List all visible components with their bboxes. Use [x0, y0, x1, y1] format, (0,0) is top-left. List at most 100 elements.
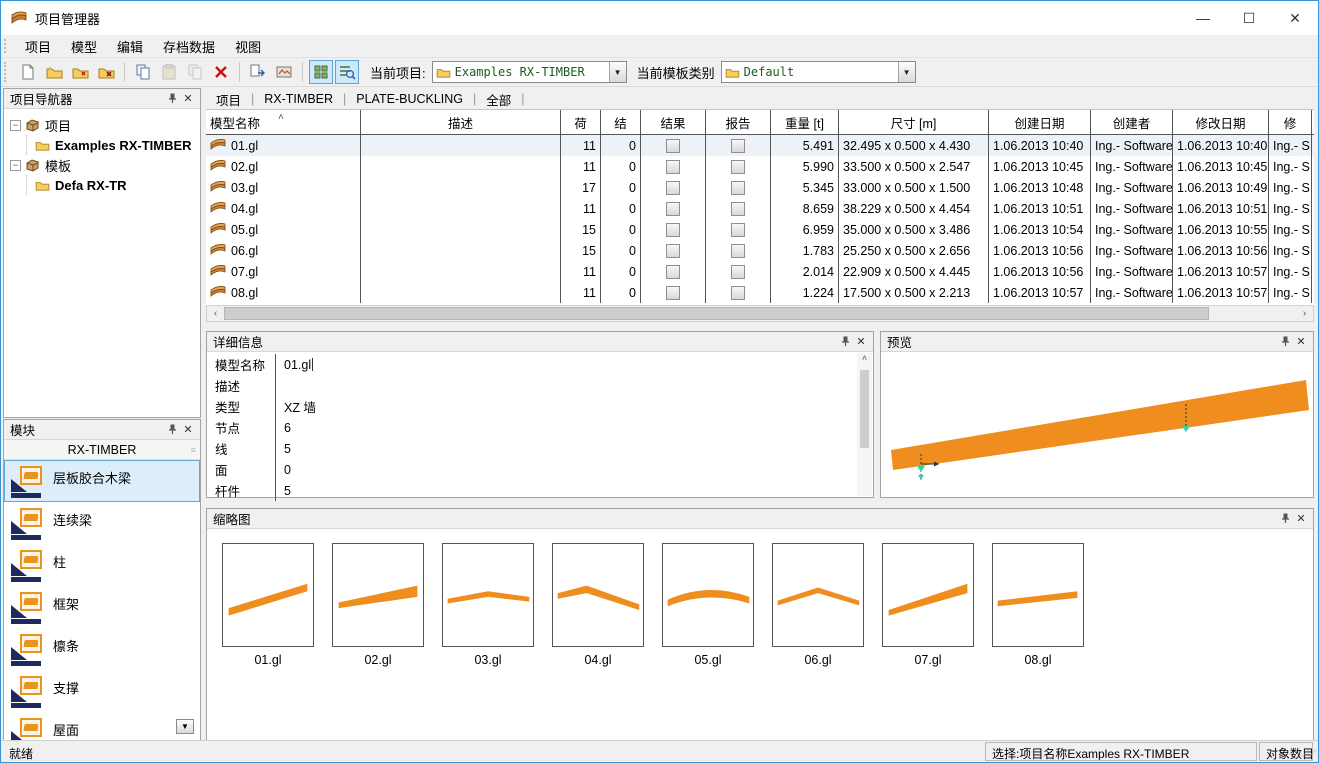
modules-group-header[interactable]: RX-TIMBER ≡ — [4, 440, 200, 460]
new-project-button[interactable] — [42, 60, 66, 84]
tab--[interactable]: 全部 — [476, 90, 521, 109]
menu-item-0[interactable]: 项目 — [15, 35, 61, 58]
duplicate-button[interactable] — [183, 60, 207, 84]
thumbnail-image[interactable] — [772, 543, 864, 647]
module-item-2[interactable]: 柱 — [4, 544, 200, 586]
thumbnail-image[interactable] — [662, 543, 754, 647]
pin-icon[interactable] — [164, 91, 180, 107]
menu-item-3[interactable]: 存档数据 — [153, 35, 225, 58]
column-header-7[interactable]: 尺寸 [m] — [839, 110, 989, 134]
tab-rx-timber[interactable]: RX-TIMBER — [254, 92, 343, 106]
thumbnail-image[interactable] — [222, 543, 314, 647]
thumbnail-image[interactable] — [992, 543, 1084, 647]
paste-button[interactable] — [157, 60, 181, 84]
module-item-3[interactable]: 框架 — [4, 586, 200, 628]
table-row[interactable]: 07.gl1102.01422.909 x 0.500 x 4.4451.06.… — [206, 261, 1314, 282]
pin-icon[interactable] — [1277, 511, 1293, 527]
thumbnail-image[interactable] — [552, 543, 644, 647]
tree-item-label[interactable]: Examples RX-TIMBER — [55, 138, 192, 153]
thumbnail-image[interactable] — [442, 543, 534, 647]
report-checkbox[interactable] — [731, 265, 745, 279]
details-view-toggle[interactable] — [335, 60, 359, 84]
thumbnail-08-gl[interactable]: 08.gl — [983, 543, 1093, 667]
close-icon[interactable]: ✕ — [180, 91, 196, 107]
chevron-down-icon[interactable]: ▼ — [898, 62, 915, 82]
table-row[interactable]: 03.gl1705.34533.000 x 0.500 x 1.5001.06.… — [206, 177, 1314, 198]
thumbnail-03-gl[interactable]: 03.gl — [433, 543, 543, 667]
results-checkbox[interactable] — [666, 202, 680, 216]
table-row[interactable]: 01.gl1105.49132.495 x 0.500 x 4.4301.06.… — [206, 135, 1314, 156]
chevron-down-icon[interactable]: ▼ — [609, 62, 626, 82]
icon-view-toggle[interactable] — [309, 60, 333, 84]
copy-button[interactable] — [131, 60, 155, 84]
column-header-5[interactable]: 报告 — [706, 110, 771, 134]
thumbnail-02-gl[interactable]: 02.gl — [323, 543, 433, 667]
thumbnail-image[interactable] — [332, 543, 424, 647]
thumbnail-06-gl[interactable]: 06.gl — [763, 543, 873, 667]
results-checkbox[interactable] — [666, 265, 680, 279]
delete-button[interactable] — [209, 60, 233, 84]
delete-project-button[interactable] — [94, 60, 118, 84]
tree-item-default-template[interactable]: Defa RX-TR — [26, 175, 198, 195]
close-icon[interactable]: ✕ — [1293, 334, 1309, 350]
tab--[interactable]: 项目 — [206, 90, 251, 109]
tree-item-examples-rx-timber[interactable]: Examples RX-TIMBER — [26, 135, 198, 155]
column-header-8[interactable]: 创建日期 — [989, 110, 1091, 134]
report-checkbox[interactable] — [731, 139, 745, 153]
report-checkbox[interactable] — [731, 286, 745, 300]
report-checkbox[interactable] — [731, 160, 745, 174]
edit-project-button[interactable] — [68, 60, 92, 84]
close-button[interactable]: ✕ — [1272, 1, 1318, 35]
hscroll-thumb[interactable] — [224, 307, 1209, 320]
maximize-button[interactable]: ☐ — [1226, 1, 1272, 35]
scroll-left-icon[interactable]: ‹ — [207, 308, 224, 319]
tree-node-label[interactable]: 模板 — [45, 156, 71, 175]
vscroll-thumb[interactable] — [860, 370, 869, 448]
table-row[interactable]: 08.gl1101.22417.500 x 0.500 x 2.2131.06.… — [206, 282, 1314, 303]
scroll-up-icon[interactable]: ˄ — [857, 353, 872, 368]
thumbnail-05-gl[interactable]: 05.gl — [653, 543, 763, 667]
current-project-combobox[interactable]: Examples RX-TIMBER ▼ — [432, 61, 627, 83]
table-hscrollbar[interactable]: ‹ › — [206, 305, 1314, 322]
new-model-button[interactable] — [16, 60, 40, 84]
menu-item-4[interactable]: 视图 — [225, 35, 271, 58]
table-row[interactable]: 06.gl1501.78325.250 x 0.500 x 2.6561.06.… — [206, 240, 1314, 261]
archive-button[interactable] — [272, 60, 296, 84]
thumbnail-image[interactable] — [882, 543, 974, 647]
template-category-combobox[interactable]: Default ▼ — [721, 61, 916, 83]
tree-node-label[interactable]: 项目 — [45, 116, 71, 135]
pin-icon[interactable] — [164, 422, 180, 438]
transfer-model-button[interactable] — [246, 60, 270, 84]
column-header-0[interactable]: 模型名称˄ — [206, 110, 361, 134]
collapse-icon[interactable]: − — [10, 160, 21, 171]
results-checkbox[interactable] — [666, 286, 680, 300]
thumbnail-04-gl[interactable]: 04.gl — [543, 543, 653, 667]
column-header-10[interactable]: 修改日期 — [1173, 110, 1269, 134]
tab-plate-buckling[interactable]: PLATE-BUCKLING — [346, 92, 473, 106]
pin-icon[interactable] — [837, 334, 853, 350]
results-checkbox[interactable] — [666, 139, 680, 153]
modules-scroll-down-button[interactable]: ▼ — [176, 719, 194, 734]
table-row[interactable]: 04.gl1108.65938.229 x 0.500 x 4.4541.06.… — [206, 198, 1314, 219]
close-icon[interactable]: ✕ — [853, 334, 869, 350]
column-header-9[interactable]: 创建者 — [1091, 110, 1173, 134]
table-row[interactable]: 02.gl1105.99033.500 x 0.500 x 2.5471.06.… — [206, 156, 1314, 177]
column-header-3[interactable]: 结 — [601, 110, 641, 134]
tree-node-templates[interactable]: − 模板 — [10, 155, 198, 175]
results-checkbox[interactable] — [666, 223, 680, 237]
close-icon[interactable]: ✕ — [180, 422, 196, 438]
menu-item-1[interactable]: 模型 — [61, 35, 107, 58]
report-checkbox[interactable] — [731, 244, 745, 258]
results-checkbox[interactable] — [666, 160, 680, 174]
column-header-4[interactable]: 结果 — [641, 110, 706, 134]
resize-grip[interactable]: ⟋⟋ — [1302, 749, 1316, 760]
scroll-right-icon[interactable]: › — [1296, 308, 1313, 319]
thumbnail-07-gl[interactable]: 07.gl — [873, 543, 983, 667]
column-header-1[interactable]: 描述 — [361, 110, 561, 134]
details-vscrollbar[interactable]: ˄ — [857, 353, 872, 496]
column-header-11[interactable]: 修 — [1269, 110, 1312, 134]
collapse-icon[interactable]: − — [10, 120, 21, 131]
minimize-button[interactable]: — — [1180, 1, 1226, 35]
results-checkbox[interactable] — [666, 244, 680, 258]
close-icon[interactable]: ✕ — [1293, 511, 1309, 527]
